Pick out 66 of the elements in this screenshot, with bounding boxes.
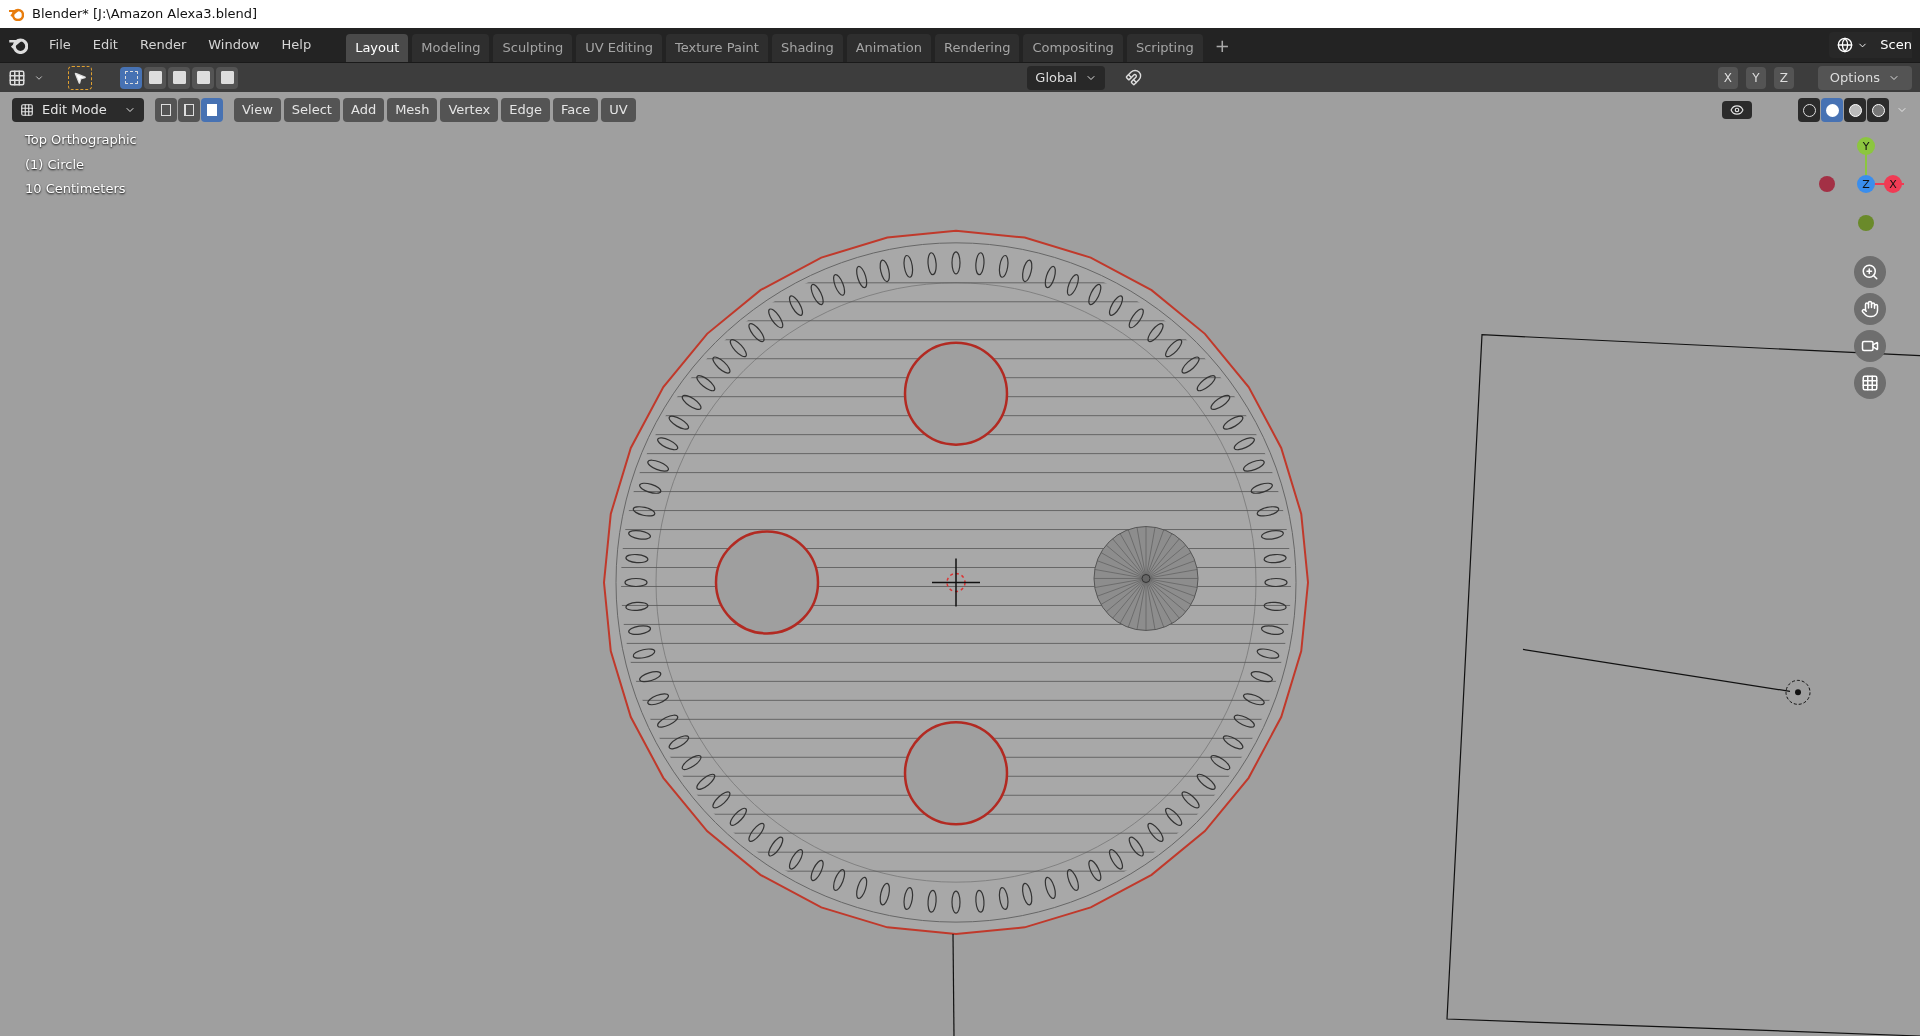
viewport-info-text: 10 Centimeters <box>25 180 126 198</box>
viewport-menu[interactable]: Vertex <box>440 98 499 122</box>
workspace-tab[interactable]: Texture Paint <box>666 34 768 62</box>
viewport-menu[interactable]: Edge <box>501 98 550 122</box>
workspace-tab[interactable]: Modeling <box>412 34 490 62</box>
viewport-menu[interactable]: Face <box>552 98 599 122</box>
mirror-axis-button[interactable]: Z <box>1773 66 1794 89</box>
mirror-axis-button[interactable]: Y <box>1745 66 1766 89</box>
selection-mode-button[interactable] <box>144 66 166 89</box>
axis-handle[interactable]: Y <box>1857 137 1875 155</box>
element-mode-button[interactable] <box>155 98 177 122</box>
window-title: Blender* [J:\Amazon Alexa3.blend] <box>32 5 258 24</box>
app-logo-icon[interactable] <box>8 36 28 54</box>
axis-handle[interactable]: X <box>1884 175 1902 193</box>
add-workspace-button[interactable]: + <box>1206 31 1238 59</box>
scene-icon <box>1837 37 1854 53</box>
workspace-tab[interactable]: UV Editing <box>576 34 662 62</box>
viewport-menu[interactable]: View <box>234 98 281 122</box>
mesh-mode-icon <box>20 103 34 117</box>
hand-icon[interactable] <box>1854 293 1886 325</box>
cursor-arrow-icon <box>73 70 87 85</box>
viewport-menu[interactable]: Add <box>342 98 385 122</box>
visibility-icon[interactable] <box>1722 101 1752 119</box>
viewport-info-text: Top Orthographic <box>25 131 137 149</box>
negative-axis-dot[interactable] <box>1819 176 1835 192</box>
camera-icon[interactable] <box>1854 330 1886 362</box>
viewport-menu[interactable]: Select <box>283 98 340 122</box>
viewport-menu[interactable]: Mesh <box>387 98 438 122</box>
selection-mode-button[interactable] <box>192 66 214 89</box>
workspace-tab[interactable]: Layout <box>346 34 409 62</box>
selection-mode-button[interactable] <box>168 66 190 89</box>
workspace-tab[interactable]: Rendering <box>935 34 1020 62</box>
workspace-tab[interactable]: Scripting <box>1126 34 1203 62</box>
orientation-dropdown[interactable]: Global <box>1027 65 1105 90</box>
shading-mode-button[interactable] <box>1821 98 1843 122</box>
menu-item[interactable]: Help <box>272 31 321 59</box>
menu-item[interactable]: File <box>40 31 80 59</box>
workspace-tab[interactable]: Shading <box>771 34 843 62</box>
element-mode-button[interactable] <box>178 98 200 122</box>
shading-mode-button[interactable] <box>1867 98 1889 122</box>
editor-type-icon[interactable] <box>8 68 26 87</box>
options-dropdown[interactable]: Options <box>1817 65 1912 90</box>
select-tool-button[interactable] <box>68 65 92 90</box>
mirror-axis-button[interactable]: X <box>1717 66 1738 89</box>
negative-axis-dot[interactable] <box>1858 215 1874 231</box>
workspace-tab[interactable]: Compositing <box>1023 34 1123 62</box>
app-logo-icon <box>8 7 24 21</box>
shading-mode-button[interactable] <box>1844 98 1866 122</box>
selection-mode-button[interactable] <box>120 66 142 89</box>
shading-mode-button[interactable] <box>1798 98 1820 122</box>
snap-icon[interactable] <box>1124 69 1142 86</box>
workspace-tab[interactable]: Sculpting <box>493 34 573 62</box>
menu-item[interactable]: Window <box>199 31 269 59</box>
cursor-icon <box>931 557 981 608</box>
menu-item[interactable]: Edit <box>83 31 127 59</box>
menu-item[interactable]: Render <box>130 31 196 59</box>
workspace-tab[interactable]: Animation <box>846 34 931 62</box>
scene-selector[interactable]: Scen <box>1829 32 1912 58</box>
zoom-icon[interactable] <box>1854 256 1886 288</box>
element-mode-button[interactable] <box>201 98 223 122</box>
viewport-info-text: (1) Circle <box>25 155 85 174</box>
viewport-menu[interactable]: UV <box>601 98 636 122</box>
axis-handle[interactable]: Z <box>1857 175 1875 193</box>
grid-icon[interactable] <box>1854 367 1886 399</box>
mode-dropdown[interactable]: Edit Mode <box>12 98 144 122</box>
selection-mode-button[interactable] <box>216 66 238 89</box>
